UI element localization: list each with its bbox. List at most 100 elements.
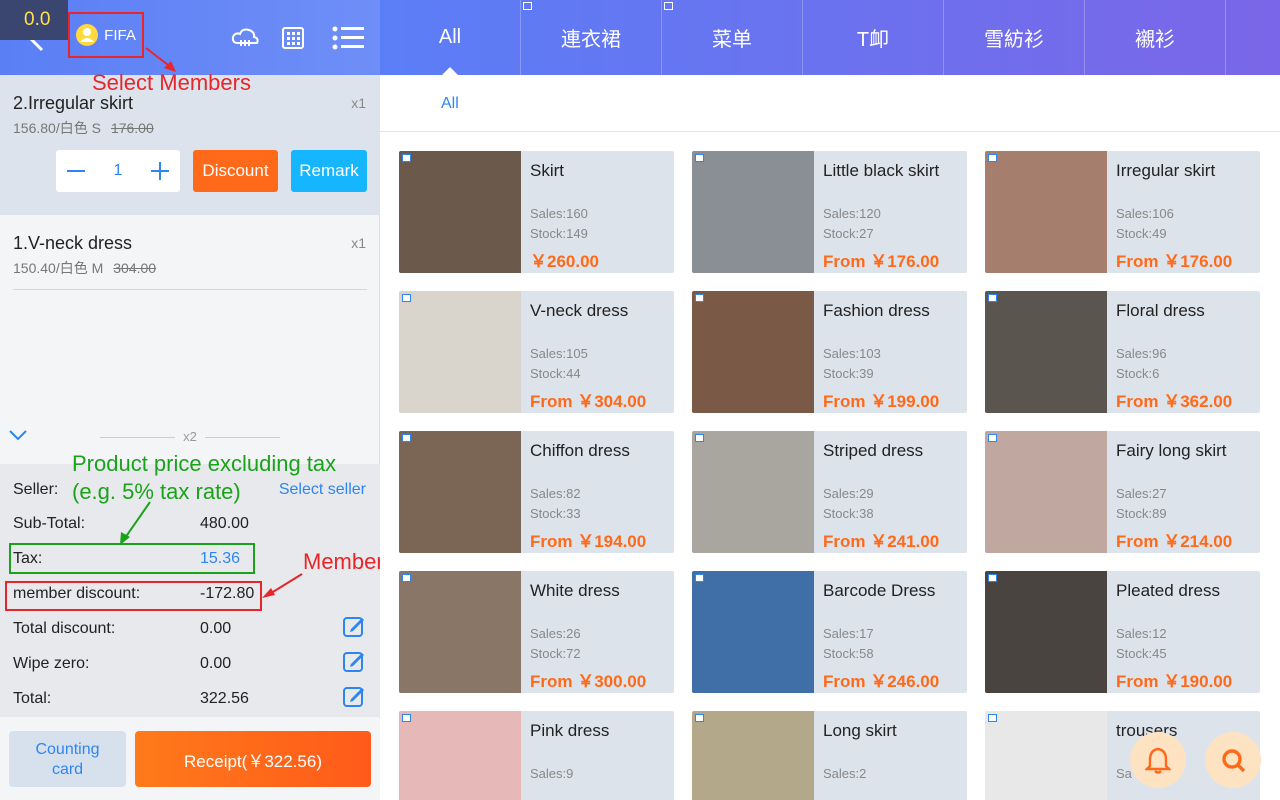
bell-icon xyxy=(1145,747,1171,774)
plus-icon[interactable] xyxy=(150,161,170,181)
list-menu-icon[interactable] xyxy=(332,22,364,54)
multi-spec-icon xyxy=(988,154,997,162)
quantity-stepper[interactable]: 1 xyxy=(56,150,180,192)
product-name: Pleated dress xyxy=(1116,581,1220,600)
product-card[interactable]: Long skirt Sales:2 xyxy=(692,711,967,800)
product-card[interactable]: Irregular skirt Sales:106 Stock:49 From ￥17… xyxy=(985,151,1260,273)
quantity-value[interactable]: 1 xyxy=(114,162,123,180)
tab-2[interactable]: 菜单 xyxy=(662,0,803,75)
product-card[interactable]: Fairy long skirt Sales:27 Stock:89 From ￥21… xyxy=(985,431,1260,553)
product-image xyxy=(985,571,1107,693)
product-stock: Stock:6 xyxy=(1116,366,1160,381)
product-name: Skirt xyxy=(530,161,564,180)
calculator-icon[interactable] xyxy=(277,22,309,54)
select-member-button[interactable]: FIFA xyxy=(68,12,144,58)
product-card[interactable]: Floral dress Sales:96 Stock:6 From ￥362.00 xyxy=(985,291,1260,413)
total-row: Total: 322.56 xyxy=(13,687,368,708)
product-stock: Stock:89 xyxy=(1116,506,1167,521)
product-price: From ￥246.00 xyxy=(823,672,940,691)
wipe-zero-value: 0.00 xyxy=(200,655,232,672)
product-stock: Stock:149 xyxy=(530,226,588,241)
cloud-sync-icon[interactable] xyxy=(229,22,261,54)
subtotal-row: Sub-Total: 480.00 xyxy=(13,515,249,532)
product-stock: Stock:49 xyxy=(1116,226,1167,241)
tab-1[interactable]: 連衣裙 xyxy=(521,0,662,75)
product-price: From ￥214.00 xyxy=(1116,532,1233,551)
product-price: From ￥190.00 xyxy=(1116,672,1233,691)
multi-spec-icon xyxy=(402,714,411,722)
multi-spec-icon xyxy=(695,434,704,442)
product-card[interactable]: V-neck dress Sales:105 Stock:44 From ￥304.0… xyxy=(399,291,674,413)
product-price: From ￥176.00 xyxy=(1116,252,1233,271)
product-sales: Sales:160 xyxy=(530,206,588,221)
product-price: From ￥241.00 xyxy=(823,532,940,551)
product-name: White dress xyxy=(530,581,620,600)
product-price: From ￥300.00 xyxy=(530,672,647,691)
version-badge: 0.0 xyxy=(0,0,68,40)
tab-label: All xyxy=(438,26,462,48)
product-card[interactable]: Fashion dress Sales:103 Stock:39 From ￥199.… xyxy=(692,291,967,413)
tab-0[interactable]: All xyxy=(380,0,521,75)
cart-item-count: x2 xyxy=(100,429,280,444)
product-sales: Sales:106 xyxy=(1116,206,1174,221)
product-name: Long skirt xyxy=(823,721,897,740)
product-sales: Sales:26 xyxy=(530,626,581,641)
edit-icon[interactable] xyxy=(342,614,366,638)
tab-label: T卹 xyxy=(856,29,890,51)
product-card[interactable]: Barcode Dress Sales:17 Stock:58 From ￥246.0… xyxy=(692,571,967,693)
receipt-button[interactable]: Receipt(￥322.56) xyxy=(135,731,371,787)
product-image xyxy=(399,431,521,553)
tax-annotation-line1: Product price excluding tax xyxy=(72,451,337,476)
multi-spec-icon xyxy=(988,714,997,722)
product-stock: Stock:38 xyxy=(823,506,874,521)
remark-button[interactable]: Remark xyxy=(291,150,367,192)
multi-spec-icon xyxy=(988,434,997,442)
product-image xyxy=(692,431,814,553)
multi-spec-icon xyxy=(695,574,704,582)
chevron-down-icon[interactable] xyxy=(8,428,28,442)
product-name: Floral dress xyxy=(1116,301,1205,320)
product-card[interactable]: Pink dress Sales:9 xyxy=(399,711,674,800)
product-image xyxy=(985,291,1107,413)
product-image xyxy=(692,291,814,413)
discount-button[interactable]: Discount xyxy=(193,150,278,192)
multi-spec-icon xyxy=(695,714,704,722)
product-image xyxy=(692,711,814,800)
product-name: Barcode Dress xyxy=(823,581,936,600)
edit-icon[interactable] xyxy=(342,649,366,673)
product-card[interactable]: Chiffon dress Sales:82 Stock:33 From ￥194.0… xyxy=(399,431,674,553)
product-stock: Stock:72 xyxy=(530,646,581,661)
tab-4[interactable]: 雪紡衫 xyxy=(944,0,1085,75)
product-card[interactable]: White dress Sales:26 Stock:72 From ￥300.00 xyxy=(399,571,674,693)
product-image xyxy=(692,151,814,273)
product-sales: Sales:82 xyxy=(530,486,581,501)
product-sales: Sales:12 xyxy=(1116,626,1167,641)
product-name: Fairy long skirt xyxy=(1116,441,1227,460)
product-sales: Sales:103 xyxy=(823,346,881,361)
product-price: From ￥304.00 xyxy=(530,392,647,411)
cart-item[interactable]: 1.V-neck dress 150.40/白色 M 304.00 x1 xyxy=(0,215,380,290)
tab-5[interactable]: 襯衫 xyxy=(1085,0,1226,75)
cart-header: 0.0 FIFA xyxy=(0,0,380,75)
edit-icon[interactable] xyxy=(342,684,366,708)
tab-3[interactable]: T卹 xyxy=(803,0,944,75)
tab-label: 連衣裙 xyxy=(561,29,621,51)
cart-footer: Counting card Receipt(￥322.56) xyxy=(0,718,380,800)
notification-bell-button[interactable] xyxy=(1130,732,1186,788)
tax-annotation-line2: (e.g. 5% tax rate) xyxy=(72,479,241,504)
tab-6[interactable]: 半 xyxy=(1226,0,1280,75)
cart-item-name: 2.Irregular skirt xyxy=(13,93,134,113)
counting-card-button[interactable]: Counting card xyxy=(9,731,126,787)
product-card[interactable]: Striped dress Sales:29 Stock:38 From ￥241.0… xyxy=(692,431,967,553)
minus-icon[interactable] xyxy=(66,161,86,181)
search-button[interactable] xyxy=(1205,732,1261,788)
product-card[interactable]: Skirt Sales:160 Stock:149 ￥260.00 xyxy=(399,151,674,273)
select-members-annotation: Select Members xyxy=(92,70,251,95)
divider xyxy=(13,289,367,290)
product-card[interactable]: Little black skirt Sales:120 Stock:27 From … xyxy=(692,151,967,273)
select-seller-link[interactable]: Select seller xyxy=(279,481,366,499)
product-card[interactable]: Pleated dress Sales:12 Stock:45 From ￥190.0… xyxy=(985,571,1260,693)
subtab-all[interactable]: All xyxy=(441,95,459,113)
cart-item[interactable]: 2.Irregular skirt 156.80/白色 S 176.00 x1 xyxy=(0,75,380,215)
multi-spec-icon xyxy=(402,434,411,442)
